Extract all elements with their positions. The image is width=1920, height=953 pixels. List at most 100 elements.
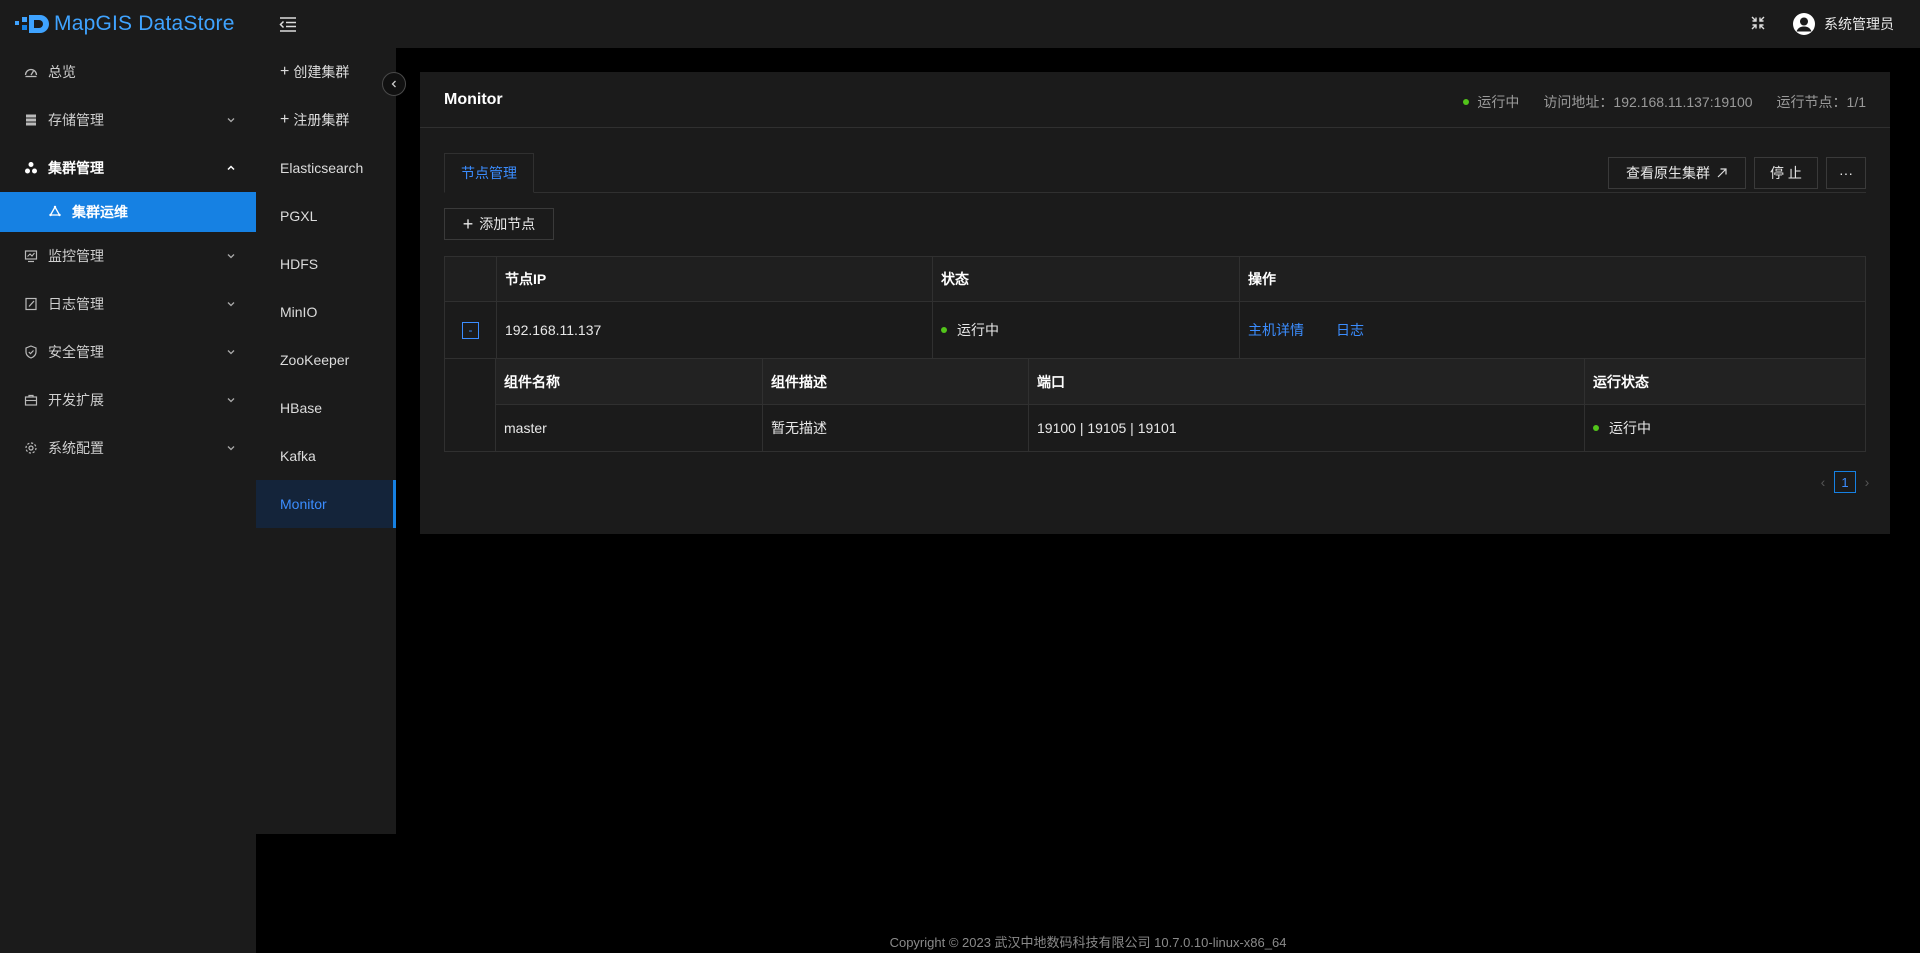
add-node-button[interactable]: + 添加节点 (444, 208, 554, 240)
pagination: ‹ 1 › (1812, 471, 1878, 493)
view-native-cluster-button[interactable]: 查看原生集群 (1608, 157, 1746, 189)
sidebar-menu: 总览 存储管理 集群管理 集群运维 监控管理 日志管理 安全管理 开发扩展 系统… (0, 48, 256, 472)
sidebar-item-log[interactable]: 日志管理 (0, 280, 256, 328)
collapse-panel-button[interactable] (382, 72, 406, 96)
expand-cell: - (445, 302, 497, 358)
table-header-row: 节点IP 状态 操作 (445, 257, 1865, 302)
recycle-icon (49, 205, 61, 217)
register-cluster-button[interactable]: + 注册集群 (256, 96, 396, 144)
top-bar: 系统管理员 (256, 0, 1920, 48)
plus-icon: + (280, 111, 290, 128)
expand-column-header (445, 257, 497, 301)
host-detail-link[interactable]: 主机详情 (1248, 320, 1304, 340)
logo[interactable]: MapGIS DataStore (0, 0, 256, 48)
plus-icon: + (280, 63, 290, 80)
cluster-item-zookeeper[interactable]: ZooKeeper (256, 336, 396, 384)
sidebar-item-cluster-ops[interactable]: 集群运维 (0, 192, 256, 232)
sidebar-item-storage[interactable]: 存储管理 (0, 96, 256, 144)
chevron-down-icon (227, 350, 235, 355)
stop-button[interactable]: 停 止 (1754, 157, 1818, 189)
sidebar-item-label: 存储管理 (48, 112, 104, 128)
column-header-status: 状态 (933, 257, 1240, 301)
component-desc: 暂无描述 (763, 405, 1029, 451)
component-table: 组件名称 组件描述 端口 运行状态 master 暂无描述 19100 | 19… (496, 359, 1865, 451)
cluster-label: ZooKeeper (280, 352, 350, 368)
tab-node-management[interactable]: 节点管理 (444, 153, 534, 193)
page-number-1[interactable]: 1 (1834, 471, 1856, 493)
cluster-item-hbase[interactable]: HBase (256, 384, 396, 432)
log-link[interactable]: 日志 (1336, 320, 1364, 340)
column-header-ip: 节点IP (497, 257, 933, 301)
plus-icon: + (462, 214, 474, 234)
column-header-component-name: 组件名称 (496, 359, 763, 404)
chevron-down-icon (227, 398, 235, 403)
column-header-run-status: 运行状态 (1593, 373, 1649, 390)
create-cluster-button[interactable]: + 创建集群 (256, 48, 396, 96)
monitor-icon (24, 250, 38, 263)
cluster-item-minio[interactable]: MinIO (256, 288, 396, 336)
chevron-down-icon (227, 254, 235, 259)
cluster-label: HDFS (280, 256, 319, 272)
page-title: Monitor (444, 91, 503, 108)
cluster-label: PGXL (280, 208, 318, 224)
chevron-down-icon (227, 302, 235, 307)
column-header-ports: 端口 (1029, 359, 1585, 404)
cluster-status: 运行中 (1477, 94, 1520, 110)
sidebar-item-dev[interactable]: 开发扩展 (0, 376, 256, 424)
component-name: master (496, 405, 763, 451)
component-status: 运行中 (1609, 420, 1651, 436)
register-cluster-label: 注册集群 (293, 112, 350, 128)
sidebar-item-monitor[interactable]: 监控管理 (0, 232, 256, 280)
cluster-item-monitor[interactable]: Monitor (256, 480, 396, 528)
chevron-left-icon (391, 80, 396, 88)
status-dot (1463, 99, 1470, 105)
shield-icon (25, 345, 37, 359)
cluster-label: Kafka (280, 448, 316, 464)
add-node-label: 添加节点 (479, 216, 536, 232)
create-cluster-label: 创建集群 (293, 64, 350, 80)
sidebar-item-cluster[interactable]: 集群管理 (0, 144, 256, 192)
access-address: 访问地址：192.168.11.137:19100 (1543, 94, 1753, 110)
menu-fold-icon[interactable] (278, 14, 298, 34)
node-status-cell: 运行中 (933, 302, 1240, 358)
fullscreen-exit-icon[interactable] (1750, 15, 1766, 31)
sidebar-item-overview[interactable]: 总览 (0, 48, 256, 96)
column-header-component-desc: 组件描述 (763, 359, 1029, 404)
cluster-detail-card: Monitor 运行中 访问地址：192.168.11.137:19100 运行… (420, 72, 1890, 534)
cluster-item-pgxl[interactable]: PGXL (256, 192, 396, 240)
sidebar-item-label: 监控管理 (48, 248, 104, 264)
sidebar-item-label: 开发扩展 (48, 392, 104, 408)
sidebar-item-label: 日志管理 (48, 296, 104, 312)
cluster-icon (25, 162, 37, 174)
app-root: MapGIS DataStore 总览 存储管理 集群管理 集群运维 监控管理 … (0, 0, 1920, 953)
sidebar-item-security[interactable]: 安全管理 (0, 328, 256, 376)
external-link-icon (1717, 168, 1727, 178)
node-table: 节点IP 状态 操作 - 192.168.11.137 运行中 主机详情 日志 (444, 256, 1866, 452)
cluster-item-hdfs[interactable]: HDFS (256, 240, 396, 288)
user-menu[interactable]: 系统管理员 (1792, 11, 1894, 37)
sidebar-item-sysconfig[interactable]: 系统配置 (0, 424, 256, 472)
component-row: master 暂无描述 19100 | 19105 | 19101 运行中 (496, 405, 1865, 451)
cluster-item-kafka[interactable]: Kafka (256, 432, 396, 480)
prev-page-button[interactable]: ‹ (1812, 471, 1834, 493)
sidebar-item-label: 集群运维 (72, 204, 128, 220)
collapse-row-icon[interactable]: - (462, 321, 479, 339)
status-dot (1593, 425, 1599, 431)
gear-icon (25, 442, 37, 454)
node-status: 运行中 (957, 322, 999, 338)
component-ports: 19100 | 19105 | 19101 (1029, 405, 1585, 451)
more-button[interactable]: ··· (1826, 157, 1866, 189)
cluster-panel: + 创建集群 + 注册集群 Elasticsearch PGXL HDFS Mi… (256, 48, 396, 834)
next-page-button[interactable]: › (1856, 471, 1878, 493)
cluster-meta: 运行中 访问地址：192.168.11.137:19100 运行节点：1/1 (1463, 92, 1866, 112)
node-actions-cell: 主机详情 日志 (1240, 302, 1865, 358)
chevron-down-icon (227, 118, 235, 123)
component-header-row: 组件名称 组件描述 端口 运行状态 (496, 359, 1865, 405)
logo-icon (15, 15, 49, 33)
sidebar-item-label: 总览 (48, 64, 76, 80)
storage-icon (26, 114, 36, 126)
cluster-item-elasticsearch[interactable]: Elasticsearch (256, 144, 396, 192)
sidebar-item-label: 系统配置 (48, 440, 104, 456)
status-dot (941, 327, 947, 333)
log-icon (25, 297, 37, 311)
